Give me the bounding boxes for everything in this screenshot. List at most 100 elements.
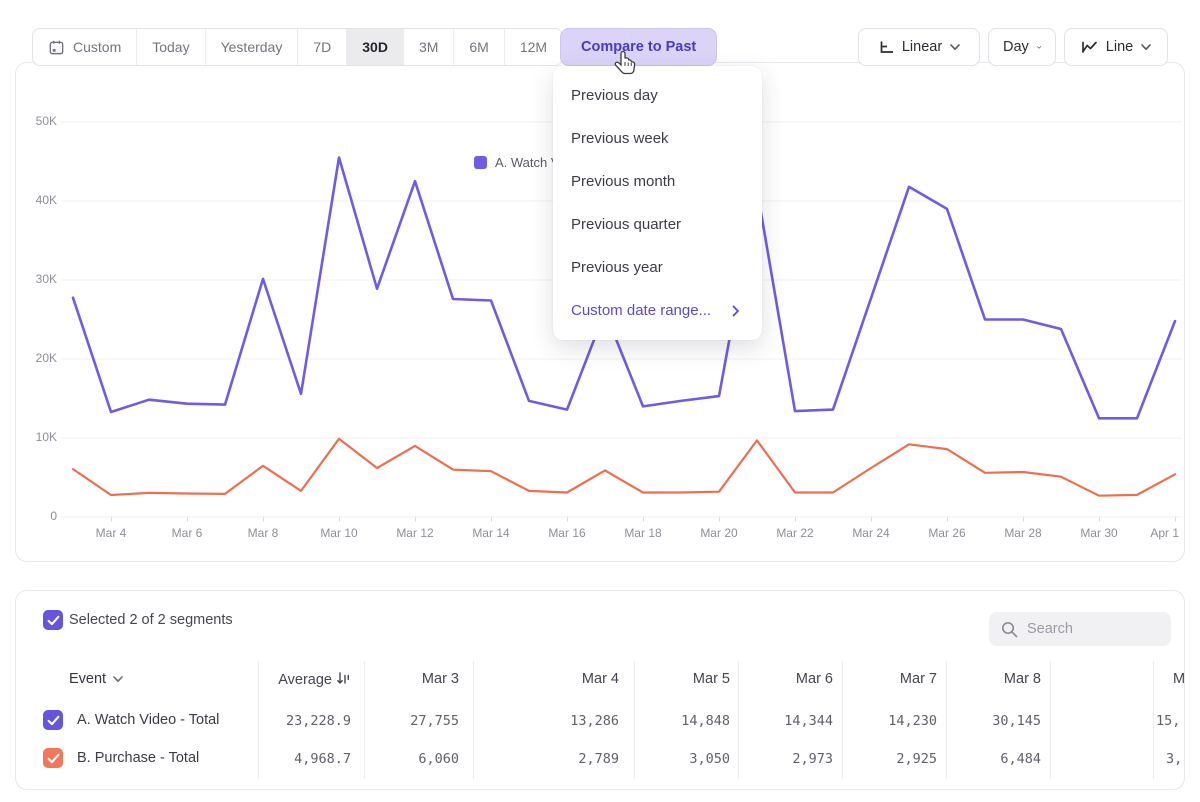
calendar-icon: [48, 39, 65, 56]
chevron-right-icon: [732, 305, 740, 317]
row-label-a-watch-video-total[interactable]: A. Watch Video - Total: [77, 712, 219, 728]
x-tick-label: Mar 4: [81, 526, 141, 540]
axis-tick: [415, 518, 416, 522]
axis-tick: [1175, 518, 1176, 522]
axis-tick: [719, 518, 720, 522]
axis-tick: [795, 518, 796, 522]
chart-type-dropdown-button[interactable]: Line: [1064, 28, 1168, 66]
preset-label: Custom: [73, 39, 121, 55]
row-checkbox-b-purchase-total[interactable]: [43, 748, 63, 768]
search-input[interactable]: [1027, 612, 1165, 646]
segments-panel: Selected 2 of 2 segments Event Average M…: [15, 590, 1185, 790]
preset-today[interactable]: Today: [137, 29, 205, 65]
axis-tick: [643, 518, 644, 522]
chart-type-dropdown-label: Line: [1106, 39, 1133, 55]
chevron-down-icon: [950, 44, 960, 51]
menu-item-previous-day[interactable]: Previous day: [553, 74, 762, 117]
cell-value-cut: 3,: [1166, 751, 1182, 767]
preset-yesterday[interactable]: Yesterday: [206, 29, 299, 65]
series-line-b-purchase-total: [73, 439, 1175, 496]
x-tick-label: Mar 14: [461, 526, 521, 540]
y-tick-label: 30K: [20, 272, 57, 286]
column-header-mar-8: Mar 8: [911, 671, 1041, 687]
y-tick-label: 50K: [20, 114, 57, 128]
x-tick-label: Apr 1: [1119, 526, 1179, 540]
toolbar: Custom Today Yesterday 7D 30D 3M 6M 12M Compare…: [0, 0, 1200, 70]
linear-scale-icon: [878, 39, 894, 55]
cell-value: 6,484: [911, 751, 1041, 767]
y-tick-label: 20K: [20, 351, 57, 365]
selected-segments-label: Selected 2 of 2 segments: [69, 612, 233, 628]
preset-label: Yesterday: [221, 39, 283, 55]
menu-item-previous-month[interactable]: Previous month: [553, 160, 762, 203]
y-tick-label: 0: [20, 509, 57, 523]
axis-tick: [111, 518, 112, 522]
y-tick-label: 10K: [20, 430, 57, 444]
axis-tick: [263, 518, 264, 522]
x-tick-label: Mar 18: [613, 526, 673, 540]
chevron-down-icon: [113, 676, 123, 683]
preset-7d[interactable]: 7D: [298, 29, 347, 65]
column-header-mar-3: Mar 3: [329, 671, 459, 687]
preset-label: 6M: [469, 39, 488, 55]
search-icon: [1001, 621, 1018, 638]
cell-value: 27,755: [329, 713, 459, 729]
event-column-header[interactable]: Event: [69, 671, 123, 687]
column-divider: [1153, 661, 1154, 779]
cell-value: 6,060: [329, 751, 459, 767]
chevron-down-icon: [1141, 44, 1151, 51]
menu-item-previous-year[interactable]: Previous year: [553, 246, 762, 289]
y-tick-label: 40K: [20, 193, 57, 207]
analytics-dashboard: 010K20K30K40K50K Mar 4Mar 6Mar 8Mar 10Ma…: [0, 0, 1200, 802]
chevron-down-icon: [1037, 44, 1041, 51]
preset-3m[interactable]: 3M: [404, 29, 454, 65]
preset-label: 7D: [313, 39, 331, 55]
x-tick-label: Mar 8: [233, 526, 293, 540]
row-label-b-purchase-total[interactable]: B. Purchase - Total: [77, 750, 199, 766]
axis-tick: [947, 518, 948, 522]
search-box: [989, 612, 1171, 646]
compare-to-past-button[interactable]: Compare to Past: [560, 28, 717, 66]
preset-label: Today: [152, 39, 189, 55]
compare-to-past-menu: Previous dayPrevious weekPrevious monthP…: [553, 66, 762, 340]
cell-value-cut: 15,: [1156, 713, 1180, 729]
menu-item-previous-quarter[interactable]: Previous quarter: [553, 203, 762, 246]
scale-dropdown-label: Linear: [902, 39, 942, 55]
axis-tick: [567, 518, 568, 522]
interval-dropdown-label: Day: [1003, 39, 1029, 55]
cell-value: 30,145: [911, 713, 1041, 729]
menu-item-custom-date-range[interactable]: Custom date range...: [553, 289, 762, 332]
axis-tick: [187, 518, 188, 522]
line-chart-icon: [1081, 39, 1098, 55]
x-tick-label: Mar 16: [537, 526, 597, 540]
scale-dropdown-button[interactable]: Linear: [858, 28, 980, 66]
row-checkbox-a-watch-video-total[interactable]: [43, 710, 63, 730]
select-all-checkbox[interactable]: [43, 610, 63, 630]
interval-dropdown-button[interactable]: Day: [988, 28, 1056, 66]
preset-6m[interactable]: 6M: [454, 29, 504, 65]
menu-item-previous-week[interactable]: Previous week: [553, 117, 762, 160]
preset-label: 12M: [520, 39, 547, 55]
preset-label: 30D: [362, 39, 388, 55]
x-tick-label: Mar 28: [993, 526, 1053, 540]
axis-tick: [1099, 518, 1100, 522]
x-tick-label: Mar 22: [765, 526, 825, 540]
checkmark-icon: [47, 715, 60, 726]
column-divider: [473, 661, 474, 779]
column-divider: [1050, 661, 1051, 779]
preset-12m[interactable]: 12M: [505, 29, 562, 65]
x-tick-label: Mar 12: [385, 526, 445, 540]
axis-tick: [1023, 518, 1024, 522]
x-tick-label: Mar 26: [917, 526, 977, 540]
legend-swatch-a: [474, 156, 487, 169]
axis-tick: [339, 518, 340, 522]
axis-tick: [871, 518, 872, 522]
preset-custom[interactable]: Custom: [33, 29, 137, 65]
preset-label: 3M: [419, 39, 438, 55]
column-header-cut: M: [1173, 671, 1185, 687]
x-tick-label: Mar 20: [689, 526, 749, 540]
x-tick-label: Mar 24: [841, 526, 901, 540]
date-range-presets: Custom Today Yesterday 7D 30D 3M 6M 12M: [32, 28, 563, 66]
preset-30d[interactable]: 30D: [347, 29, 404, 65]
checkmark-icon: [47, 753, 60, 764]
